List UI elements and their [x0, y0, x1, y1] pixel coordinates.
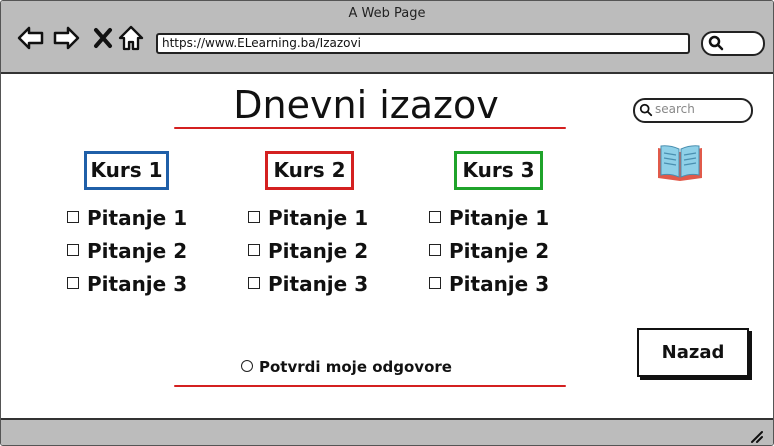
- course-2-question-2[interactable]: Pitanje 2: [248, 239, 368, 263]
- question-label: Pitanje 1: [87, 206, 188, 230]
- url-text: https://www.ELearning.ba/Izazovi: [162, 36, 361, 50]
- browser-titlebar: A Web Page https://www.ELearning.ba/Izaz…: [1, 1, 773, 74]
- confirm-underline: [174, 385, 566, 387]
- checkbox[interactable]: [429, 277, 441, 289]
- course-1-question-3[interactable]: Pitanje 3: [67, 272, 187, 296]
- confirm-label: Potvrdi moje odgovore: [259, 358, 452, 376]
- back-arrow-icon[interactable]: [15, 23, 45, 53]
- question-label: Pitanje 2: [87, 239, 188, 263]
- course-3-question-3[interactable]: Pitanje 3: [429, 272, 549, 296]
- course-3-box[interactable]: Kurs 3: [454, 151, 543, 190]
- home-icon[interactable]: [117, 23, 147, 53]
- course-3-question-1[interactable]: Pitanje 1: [429, 206, 549, 230]
- checkbox[interactable]: [248, 244, 260, 256]
- search-input[interactable]: search: [633, 98, 753, 123]
- browser-search-button[interactable]: [701, 31, 765, 56]
- question-label: Pitanje 2: [268, 239, 369, 263]
- close-x-icon[interactable]: [89, 23, 119, 53]
- checkbox[interactable]: [248, 277, 260, 289]
- window-title: A Web Page: [348, 6, 426, 21]
- checkbox[interactable]: [67, 244, 79, 256]
- checkbox[interactable]: [429, 244, 441, 256]
- course-1-box[interactable]: Kurs 1: [84, 151, 169, 190]
- search-icon: [639, 103, 653, 117]
- checkbox[interactable]: [429, 211, 441, 223]
- question-label: Pitanje 1: [449, 206, 550, 230]
- course-2-box[interactable]: Kurs 2: [265, 151, 354, 190]
- course-1-question-1[interactable]: Pitanje 1: [67, 206, 187, 230]
- back-button[interactable]: Nazad: [637, 328, 749, 377]
- checkbox[interactable]: [67, 211, 79, 223]
- course-2-question-3[interactable]: Pitanje 3: [248, 272, 368, 296]
- checkbox[interactable]: [67, 277, 79, 289]
- course-3-question-2[interactable]: Pitanje 2: [429, 239, 549, 263]
- address-bar[interactable]: https://www.ELearning.ba/Izazovi: [156, 33, 690, 54]
- search-placeholder: search: [655, 102, 695, 116]
- confirm-answers-option[interactable]: Potvrdi moje odgovore: [241, 358, 452, 376]
- page-title: Dnevni izazov: [233, 83, 499, 127]
- browser-window: A Web Page https://www.ELearning.ba/Izaz…: [0, 0, 774, 446]
- question-label: Pitanje 3: [449, 272, 550, 296]
- title-underline: [174, 127, 566, 129]
- open-book-icon: [658, 145, 702, 181]
- browser-status-bar: [1, 418, 773, 445]
- checkbox[interactable]: [248, 211, 260, 223]
- question-label: Pitanje 2: [449, 239, 550, 263]
- radio-button[interactable]: [241, 360, 253, 372]
- course-2-question-1[interactable]: Pitanje 1: [248, 206, 368, 230]
- question-label: Pitanje 1: [268, 206, 369, 230]
- course-1-question-2[interactable]: Pitanje 2: [67, 239, 187, 263]
- question-label: Pitanje 3: [87, 272, 188, 296]
- forward-arrow-icon[interactable]: [52, 23, 82, 53]
- search-icon: [708, 35, 724, 51]
- question-label: Pitanje 3: [268, 272, 369, 296]
- resize-grip-icon[interactable]: [749, 429, 763, 443]
